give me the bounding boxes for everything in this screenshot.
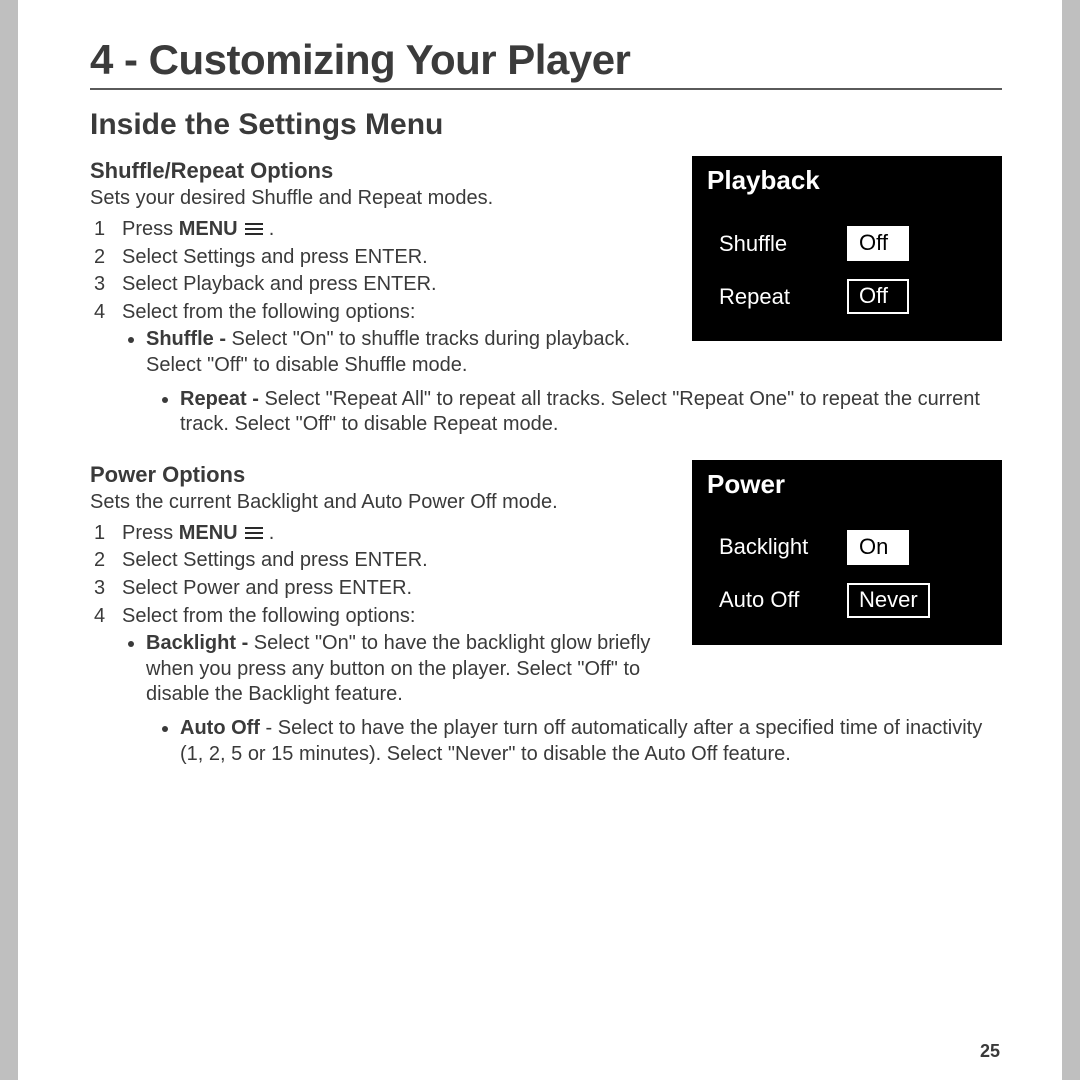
screen-row-repeat: Repeat Off (719, 279, 983, 314)
row-value: On (847, 530, 909, 565)
power-options: Backlight - Select "On" to have the back… (146, 631, 664, 708)
row-label: Backlight (719, 534, 829, 560)
screen-row-autooff: Auto Off Never (719, 583, 983, 618)
row-value: Off (847, 279, 909, 314)
row-label: Repeat (719, 284, 829, 310)
menu-icon (245, 526, 263, 540)
screen-row-backlight: Backlight On (719, 530, 983, 565)
row-label: Auto Off (719, 587, 829, 613)
row-value: Never (847, 583, 930, 618)
text: . (263, 522, 274, 544)
step: Select Settings and press ENTER. (94, 245, 664, 271)
step: Select Power and press ENTER. (94, 576, 664, 602)
label: Shuffle - (146, 328, 232, 350)
power-heading: Power Options (90, 462, 664, 488)
step: Press MENU . (94, 217, 664, 243)
text: Press (122, 522, 179, 544)
shuffle-intro: Sets your desired Shuffle and Repeat mod… (90, 186, 664, 211)
shuffle-options-cont: Repeat - Select "Repeat All" to repeat a… (180, 387, 1002, 438)
label: Auto Off (180, 717, 260, 739)
text: - Select to have the player turn off aut… (180, 717, 982, 765)
option-backlight: Backlight - Select "On" to have the back… (146, 631, 664, 708)
label: Backlight - (146, 632, 254, 654)
option-repeat: Repeat - Select "Repeat All" to repeat a… (180, 387, 1002, 438)
text: Select "Repeat All" to repeat all tracks… (180, 388, 980, 436)
step: Select from the following options: (94, 604, 664, 630)
row-label: Shuffle (719, 231, 829, 257)
text: Press (122, 218, 179, 240)
shuffle-heading: Shuffle/Repeat Options (90, 158, 664, 184)
screen-row-shuffle: Shuffle Off (719, 226, 983, 261)
step: Press MENU . (94, 521, 664, 547)
menu-icon (245, 222, 263, 236)
screen-title: Playback (693, 157, 1001, 206)
step: Select from the following options: (94, 300, 664, 326)
step: Select Playback and press ENTER. (94, 272, 664, 298)
row-value: Off (847, 226, 909, 261)
text: . (263, 218, 274, 240)
menu-label: MENU (179, 522, 238, 544)
playback-screen: Playback Shuffle Off Repeat Off (692, 156, 1002, 341)
shuffle-options: Shuffle - Select "On" to shuffle tracks … (146, 327, 664, 378)
shuffle-steps: Press MENU . Select Settings and press E… (94, 217, 664, 325)
power-intro: Sets the current Backlight and Auto Powe… (90, 490, 664, 515)
screen-title: Power (693, 461, 1001, 510)
option-autooff: Auto Off - Select to have the player tur… (180, 716, 1002, 767)
label: Repeat - (180, 388, 264, 410)
section-title: Inside the Settings Menu (90, 108, 1002, 142)
step: Select Settings and press ENTER. (94, 548, 664, 574)
option-shuffle: Shuffle - Select "On" to shuffle tracks … (146, 327, 664, 378)
page-number: 25 (980, 1041, 1000, 1062)
chapter-title: 4 - Customizing Your Player (90, 36, 1002, 90)
manual-page: 4 - Customizing Your Player Inside the S… (18, 0, 1062, 1080)
power-steps: Press MENU . Select Settings and press E… (94, 521, 664, 629)
power-options-cont: Auto Off - Select to have the player tur… (180, 716, 1002, 767)
power-screen: Power Backlight On Auto Off Never (692, 460, 1002, 645)
menu-label: MENU (179, 218, 238, 240)
